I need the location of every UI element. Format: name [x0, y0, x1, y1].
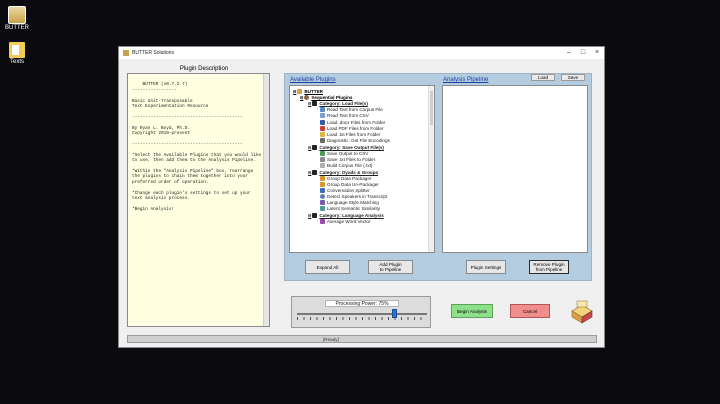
plugin-item[interactable]: Read Text from CSV [320, 112, 369, 118]
folder-icon [320, 131, 325, 137]
remove-plugin-button[interactable]: Remove Plugin from Pipeline [529, 260, 569, 274]
desktop-icon-butter[interactable]: BUTTER [2, 6, 32, 31]
close-button[interactable]: × [590, 47, 604, 59]
plugin-description-text: BUTTER (v0.7.2.7) ----------------- Basi… [132, 82, 262, 212]
plugin-item[interactable]: Build Corpus File (.txt) [320, 162, 372, 168]
title-bar: BUTTER Solutions – □ × [119, 47, 604, 59]
available-plugins-label: Available Plugins [290, 77, 336, 83]
load-pipeline-button[interactable]: Load [531, 74, 555, 81]
minimize-button[interactable]: – [562, 47, 576, 59]
arrow-icon [312, 169, 318, 175]
arrow-icon [312, 212, 318, 218]
processing-power-label: Processing Power: 75% [325, 300, 399, 307]
maximize-button[interactable]: □ [576, 47, 590, 59]
style-icon [320, 199, 325, 205]
file-icon [320, 106, 325, 112]
arrow-icon [312, 144, 318, 150]
plugin-item[interactable]: Latent Semantic Similarity [320, 205, 380, 211]
expand-icon[interactable]: ⊟ [308, 213, 311, 218]
arrow-icon [312, 100, 318, 106]
folder-icon [9, 42, 25, 58]
expand-icon[interactable]: ⊟ [308, 145, 311, 150]
butter-app-icon [8, 6, 26, 24]
save-icon [320, 156, 325, 162]
expand-icon[interactable]: ⊟ [293, 89, 296, 94]
package-icon [320, 175, 325, 181]
app-icon [123, 50, 129, 56]
slider-ticks [297, 317, 427, 320]
speaker-icon [320, 193, 325, 199]
analysis-pipeline-label: Analysis Pipeline [443, 77, 489, 83]
add-plugin-button[interactable]: Add Plugin to Pipeline [368, 260, 413, 274]
split-icon [320, 187, 325, 193]
butter-window: BUTTER Solutions – □ × Plugin Descriptio… [118, 46, 605, 348]
scroll-thumb[interactable] [430, 91, 433, 125]
unpackage-icon [320, 181, 325, 187]
plugin-description-box[interactable]: BUTTER (v0.7.2.7) ----------------- Basi… [127, 73, 270, 327]
expand-icon[interactable]: ⊟ [300, 95, 303, 100]
butter-logo-icon [571, 300, 593, 324]
corpus-icon [320, 162, 325, 168]
slider-thumb[interactable] [392, 309, 397, 318]
plugin-item[interactable]: Average Word Vector [320, 218, 371, 224]
expand-icon[interactable]: ⊟ [308, 170, 311, 175]
slider-track[interactable] [297, 313, 427, 315]
expand-icon[interactable]: ⊟ [308, 101, 311, 106]
status-bar: [Ready] [127, 335, 597, 343]
similarity-icon [320, 205, 325, 211]
vector-icon [320, 218, 325, 224]
diagnostic-icon [320, 137, 325, 143]
window-title: BUTTER Solutions [132, 50, 174, 56]
desktop-icon-texts[interactable]: Texts [2, 42, 32, 65]
sequence-icon [304, 94, 310, 100]
plugins-panel: Available Plugins Analysis Pipeline Load… [284, 73, 592, 281]
save-pipeline-button[interactable]: Save [561, 74, 585, 81]
description-scrollbar[interactable] [263, 74, 269, 326]
tree-scrollbar[interactable] [428, 86, 434, 252]
plugin-settings-button[interactable]: Plugin Settings [466, 260, 506, 274]
pdf-icon [320, 125, 325, 131]
csv-icon [320, 150, 325, 156]
plugin-description-title: Plugin Description [179, 66, 229, 72]
analysis-pipeline-box[interactable] [442, 85, 588, 253]
cancel-button[interactable]: Cancel [510, 304, 550, 318]
expand-all-button[interactable]: Expand All [305, 260, 350, 274]
processing-power-control: Processing Power: 75% [291, 296, 431, 328]
file-icon [320, 112, 325, 118]
available-plugins-tree[interactable]: ⊟ BUTTER ⊟ Sequential Plugins ⊟ Category… [289, 85, 435, 253]
docx-icon [320, 119, 325, 125]
plugin-item[interactable]: Diagnostic: Get File Encodings [320, 137, 390, 143]
desktop-icon-label: Texts [9, 59, 24, 65]
begin-analysis-button[interactable]: Begin Analysis [451, 304, 493, 318]
desktop-icon-label: BUTTER [5, 25, 29, 31]
butter-icon [297, 88, 303, 94]
